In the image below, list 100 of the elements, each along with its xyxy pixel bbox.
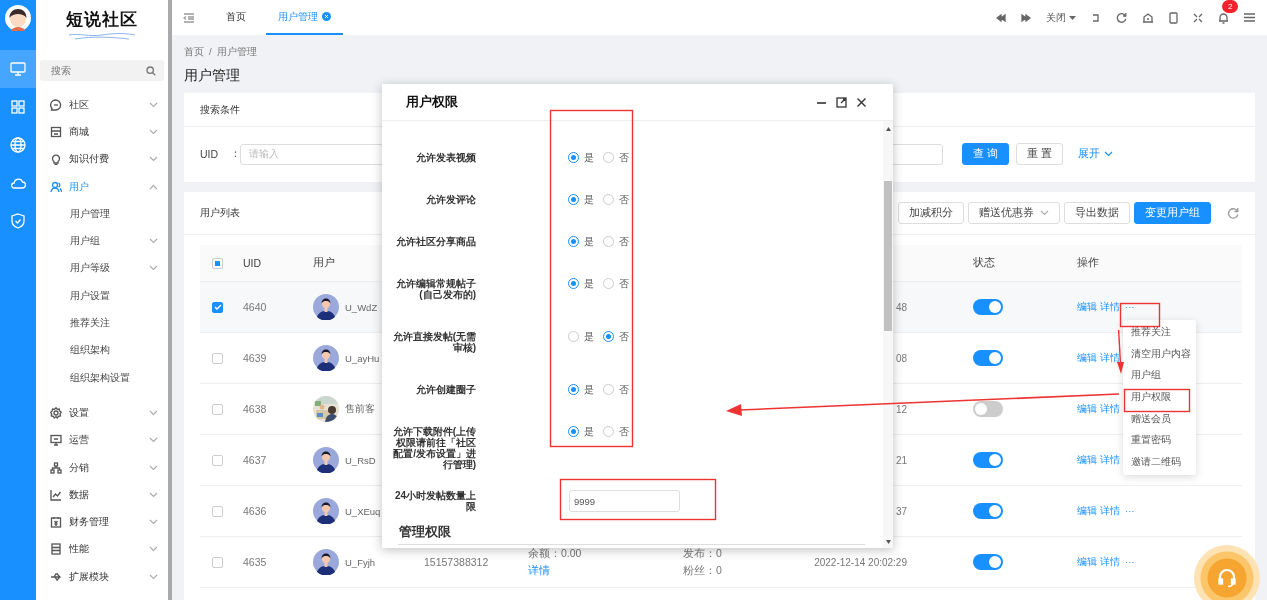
sidebar-item[interactable]: 知识付费 — [36, 145, 168, 173]
action-button[interactable]: 赠送优惠券 — [968, 202, 1060, 224]
chat-icon — [50, 98, 62, 111]
sidebar-subitem[interactable]: 用户组 — [36, 227, 168, 255]
search-icon — [146, 65, 156, 76]
menu-item[interactable]: 用户权限 — [1123, 386, 1196, 409]
sidebar-subitem[interactable]: 用户等级 — [36, 254, 168, 283]
row-checkbox[interactable] — [212, 403, 223, 415]
notification-badge: 2 — [1222, 0, 1239, 13]
form-label: 允许直接发帖(无需审核) — [391, 331, 476, 353]
logo-underline-drawing — [67, 31, 137, 41]
scroll-down-icon[interactable] — [885, 540, 891, 544]
user-avatar — [313, 345, 339, 371]
table-cell-text: 余额：0.00 — [528, 546, 583, 561]
sidebar-subitem[interactable]: 用户设置 — [36, 282, 168, 310]
radio-option[interactable]: 是 — [568, 150, 594, 165]
row-checkbox[interactable] — [212, 505, 223, 517]
sidebar-item[interactable]: 性能 — [36, 535, 168, 564]
row-checkbox[interactable] — [212, 301, 223, 313]
status-toggle[interactable] — [973, 350, 1003, 366]
table-cell: 12 — [895, 403, 907, 415]
select-all-checkbox[interactable] — [212, 257, 223, 269]
status-toggle[interactable] — [973, 401, 1003, 417]
radio-option[interactable]: 是 — [568, 382, 594, 397]
row-checkbox[interactable] — [212, 454, 223, 466]
breadcrumb-separator: / — [209, 46, 212, 59]
sidebar-item[interactable]: 社区 — [36, 91, 168, 119]
fast-forward-icon — [1021, 13, 1031, 22]
close-icon[interactable] — [856, 96, 867, 108]
sidebar-item[interactable]: 分销 — [36, 453, 168, 482]
status-toggle[interactable] — [973, 299, 1003, 315]
table-cell-text: 4637 — [243, 454, 268, 466]
calendar-icon — [50, 516, 62, 529]
table-cell-text: 4638 — [243, 403, 268, 415]
menu-item[interactable]: 邀请二维码 — [1123, 451, 1196, 474]
breadcrumb-link[interactable]: 首页 — [184, 46, 204, 59]
status-toggle[interactable] — [973, 503, 1003, 519]
number-input[interactable]: 9999 — [569, 490, 680, 512]
radio-option[interactable]: 否 — [603, 329, 629, 344]
user-avatar — [313, 549, 339, 575]
section-title: 管理权限 — [398, 524, 865, 545]
row-checkbox[interactable] — [212, 556, 223, 568]
sidebar-item[interactable]: 数据 — [36, 481, 168, 509]
screen-chat-icon — [50, 434, 62, 447]
table-cell-text: 4639 — [243, 352, 268, 364]
user-group-icon — [50, 180, 62, 193]
menu-item[interactable]: 用户组 — [1123, 365, 1196, 387]
menu-item[interactable]: 赠送会员 — [1123, 408, 1196, 430]
table-cell: 08 — [895, 352, 907, 364]
status-toggle[interactable] — [973, 554, 1003, 570]
radio-option[interactable]: 是 — [568, 234, 594, 249]
annotation-box — [1119, 302, 1161, 328]
search-field[interactable]: 搜索 — [40, 60, 164, 81]
sidebar-subitem[interactable]: 组织架构 — [36, 336, 168, 364]
sidebar-item[interactable]: 运营 — [36, 426, 168, 454]
table-cell: 21 — [895, 454, 907, 466]
status-toggle[interactable] — [973, 452, 1003, 468]
rewind-icon — [996, 13, 1006, 22]
sidebar-item[interactable]: 设置 — [36, 399, 168, 427]
menu-item[interactable]: 重置密码 — [1123, 429, 1196, 452]
row-checkbox[interactable] — [212, 352, 223, 364]
radio-option[interactable]: 是 — [568, 276, 594, 291]
dialog-title: 用户权限 — [406, 93, 459, 111]
sidebar-item[interactable]: 扩展模块 — [36, 563, 168, 591]
action-button[interactable]: 加减积分 — [898, 202, 964, 224]
chart-icon — [50, 488, 62, 501]
scrollbar[interactable] — [883, 121, 893, 548]
column-header: UID — [243, 257, 263, 269]
colon: ： — [230, 147, 240, 161]
radio-option[interactable]: 是 — [568, 329, 594, 344]
menu-item[interactable]: 推荐关注 — [1123, 322, 1196, 344]
close-menu[interactable]: 关闭 — [1046, 10, 1076, 25]
radio-option[interactable]: 否 — [603, 276, 629, 291]
radio-option[interactable]: 是 — [568, 424, 594, 439]
radio-option[interactable]: 否 — [603, 234, 629, 249]
field-label: UID — [200, 148, 220, 160]
form-label: 允许发表视频 — [415, 152, 476, 163]
action-button[interactable]: 导出数据 — [1064, 202, 1130, 224]
fullscreen-icon — [1193, 12, 1203, 23]
radio-option[interactable]: 否 — [603, 192, 629, 207]
avatar — [5, 5, 31, 31]
tab[interactable]: 首页 — [214, 0, 258, 35]
scroll-up-icon[interactable] — [885, 127, 891, 131]
logo-title: 短说社区 — [66, 9, 138, 31]
radio-option[interactable]: 否 — [603, 150, 629, 165]
radio-option[interactable]: 是 — [568, 192, 594, 207]
card-title: 搜索条件 — [200, 102, 240, 117]
sidebar-subitem[interactable]: 组织架构设置 — [36, 363, 168, 392]
menu-item[interactable]: 清空用户内容 — [1123, 343, 1196, 366]
sidebar-item[interactable]: 财务管理 — [36, 508, 168, 536]
sidebar-item[interactable]: 商城 — [36, 118, 168, 146]
radio-option[interactable]: 否 — [603, 424, 629, 439]
form-label: 允许下载附件(上传权限请前往「社区配置/发布设置」进行管理) — [391, 426, 476, 470]
sidebar-subitem[interactable]: 推荐关注 — [36, 309, 168, 337]
maximize-icon[interactable] — [836, 96, 847, 108]
user-name: 售前客 — [345, 402, 375, 416]
column-header: 用户 — [313, 256, 336, 270]
sidebar-subitem[interactable]: 用户管理 — [36, 200, 168, 228]
radio-option[interactable]: 否 — [603, 382, 629, 397]
reset-button[interactable]: 重 置 — [1015, 143, 1063, 165]
